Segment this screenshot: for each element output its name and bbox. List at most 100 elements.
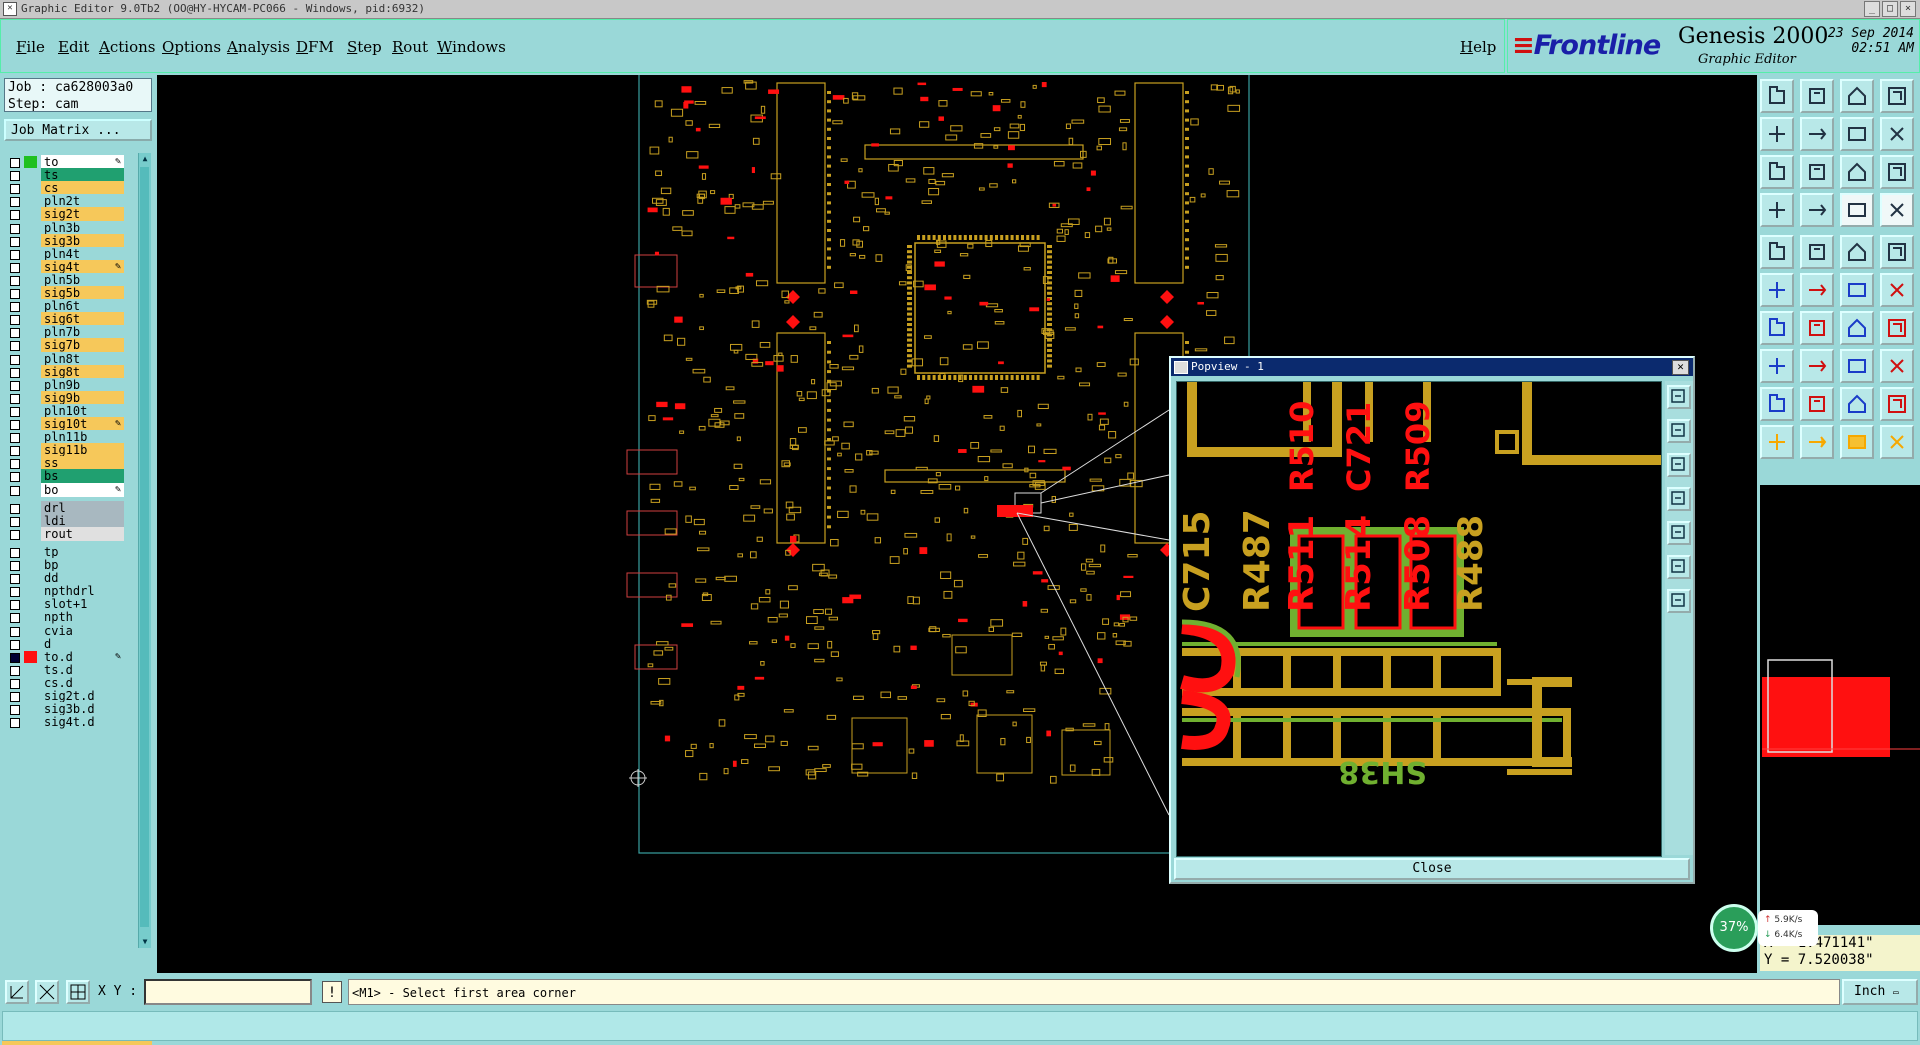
layer-color-swatch[interactable]	[24, 528, 37, 540]
layer-name[interactable]: pln11b	[41, 430, 124, 445]
network-meter-badge[interactable]: 37%	[1710, 904, 1758, 952]
layer-color-swatch[interactable]	[24, 392, 37, 404]
snap-tool-button[interactable]	[35, 980, 59, 1004]
layer-checkbox[interactable]	[10, 718, 20, 729]
menu-help[interactable]: Help	[1460, 38, 1496, 56]
select-touch-tool-button[interactable]	[1880, 425, 1914, 459]
measure-tool-button[interactable]	[1760, 193, 1794, 227]
layer-name[interactable]: pln10t	[41, 403, 124, 418]
draw-line-tool-button[interactable]	[1760, 311, 1794, 345]
menu-actions[interactable]: Actions	[99, 38, 155, 56]
layer-color-swatch[interactable]	[24, 313, 37, 325]
layer-color-swatch[interactable]	[24, 208, 37, 220]
grid-tool-button[interactable]	[66, 980, 90, 1004]
layer-checkbox[interactable]	[10, 692, 20, 702]
layer-name[interactable]: sig3b	[41, 233, 124, 248]
layer-checkbox[interactable]	[10, 262, 20, 273]
layer-color-swatch[interactable]	[24, 457, 37, 469]
layer-checkbox[interactable]	[10, 380, 20, 391]
menu-rout[interactable]: Rout	[392, 38, 428, 56]
layer-name[interactable]: pln7b	[41, 325, 124, 340]
layer-checkbox[interactable]	[10, 485, 20, 496]
menu-options[interactable]: Options	[162, 38, 221, 56]
layer-name[interactable]: ldi	[41, 513, 124, 528]
layer-checkbox[interactable]	[10, 678, 20, 689]
layer-color-swatch[interactable]	[24, 598, 37, 610]
layer-color-swatch[interactable]	[24, 484, 37, 496]
layer-checkbox[interactable]	[10, 639, 20, 650]
grid-tool-button[interactable]	[1800, 193, 1834, 227]
feature-filter-tool-button[interactable]	[1840, 193, 1874, 227]
layer-name[interactable]: ss	[41, 456, 124, 471]
layer-color-swatch[interactable]	[24, 274, 37, 286]
layer-color-swatch[interactable]	[24, 502, 37, 514]
layer-color-swatch[interactable]	[24, 300, 37, 312]
layer-color-swatch[interactable]	[24, 182, 37, 194]
layer-checkbox[interactable]	[10, 328, 20, 339]
layer-checkbox[interactable]	[10, 652, 20, 663]
layer-checkbox[interactable]	[10, 406, 20, 417]
scroll-thumb[interactable]	[140, 167, 149, 927]
layer-name[interactable]: rout	[41, 526, 124, 541]
layer-color-swatch[interactable]	[24, 638, 37, 650]
popview-zoom-out-button[interactable]	[1667, 453, 1691, 477]
layer-name[interactable]: cvia	[41, 623, 124, 638]
layer-name[interactable]: sig4t ✎	[41, 259, 124, 274]
copy-tool-button[interactable]	[1880, 273, 1914, 307]
popview-fit-button[interactable]	[1667, 385, 1691, 409]
break-tool-button[interactable]	[1840, 349, 1874, 383]
scroll-down-arrow[interactable]: ▼	[140, 937, 150, 947]
layer-name[interactable]: sig3b.d	[41, 702, 124, 717]
layer-color-swatch[interactable]	[24, 235, 37, 247]
layer-checkbox[interactable]	[10, 158, 20, 168]
layer-name[interactable]: npthdrl	[41, 584, 124, 599]
minimize-button[interactable]: _	[1864, 1, 1880, 17]
layer-checkbox[interactable]	[10, 197, 20, 208]
select-filter-tool-button[interactable]	[1800, 425, 1834, 459]
layer-color-swatch[interactable]	[24, 559, 37, 571]
layer-checkbox[interactable]	[10, 529, 20, 540]
layer-name[interactable]: dd	[41, 571, 124, 586]
layer-row-sig4t.d[interactable]: sig4t.d	[4, 715, 124, 730]
layer-checkbox[interactable]	[10, 249, 20, 260]
surface-tool-button[interactable]	[1880, 235, 1914, 269]
layer-row-bo[interactable]: bo ✎	[4, 482, 124, 498]
popview-pan-left-button[interactable]	[1667, 487, 1691, 511]
layer-color-swatch[interactable]	[24, 677, 37, 689]
layer-name[interactable]: to.d ✎	[41, 649, 124, 664]
layer-scrollbar[interactable]: ▲ ▼	[138, 153, 151, 948]
display-tool-button[interactable]	[1880, 79, 1914, 113]
arc-tool-button[interactable]	[1840, 235, 1874, 269]
layer-name[interactable]: drl	[41, 500, 124, 515]
layer-color-swatch[interactable]	[24, 169, 37, 181]
menu-analysis[interactable]: Analysis	[227, 38, 290, 56]
layer-color-swatch[interactable]	[24, 326, 37, 338]
fit-profile-tool-button[interactable]	[1800, 155, 1834, 189]
layer-color-swatch[interactable]	[24, 379, 37, 391]
layer-name[interactable]: sig8t	[41, 364, 124, 379]
layer-color-swatch[interactable]	[24, 546, 37, 558]
popview-expand-button[interactable]	[1667, 555, 1691, 579]
angle-tool-button[interactable]	[1800, 387, 1834, 421]
rotate-tool-button[interactable]	[1840, 311, 1874, 345]
layer-name[interactable]: pln3b	[41, 220, 124, 235]
layer-color-swatch[interactable]	[24, 195, 37, 207]
layer-checkbox[interactable]	[10, 613, 20, 624]
popview-close-button[interactable]: Close	[1174, 858, 1690, 880]
layer-checkbox[interactable]	[10, 354, 20, 365]
layer-checkbox[interactable]	[10, 472, 20, 483]
net-tool-button[interactable]	[1760, 273, 1794, 307]
mirror-tool-button[interactable]	[1880, 311, 1914, 345]
popview-zoom-view[interactable]: C715 R487 R511 R514 R508 R488 R510 C721 R509 SH38	[1176, 381, 1662, 857]
cross-tool-button[interactable]	[1800, 273, 1834, 307]
layer-name[interactable]: ts.d	[41, 662, 124, 677]
job-matrix-button[interactable]: Job Matrix ...	[4, 119, 152, 141]
command-bang-button[interactable]: !	[322, 981, 342, 1003]
line-tool-button[interactable]	[1800, 235, 1834, 269]
layer-color-swatch[interactable]	[24, 444, 37, 456]
layer-checkbox[interactable]	[10, 574, 20, 585]
layer-checkbox[interactable]	[10, 367, 20, 378]
layer-checkbox[interactable]	[10, 315, 20, 326]
layer-color-swatch[interactable]	[24, 611, 37, 623]
layer-color-swatch[interactable]	[24, 418, 37, 430]
